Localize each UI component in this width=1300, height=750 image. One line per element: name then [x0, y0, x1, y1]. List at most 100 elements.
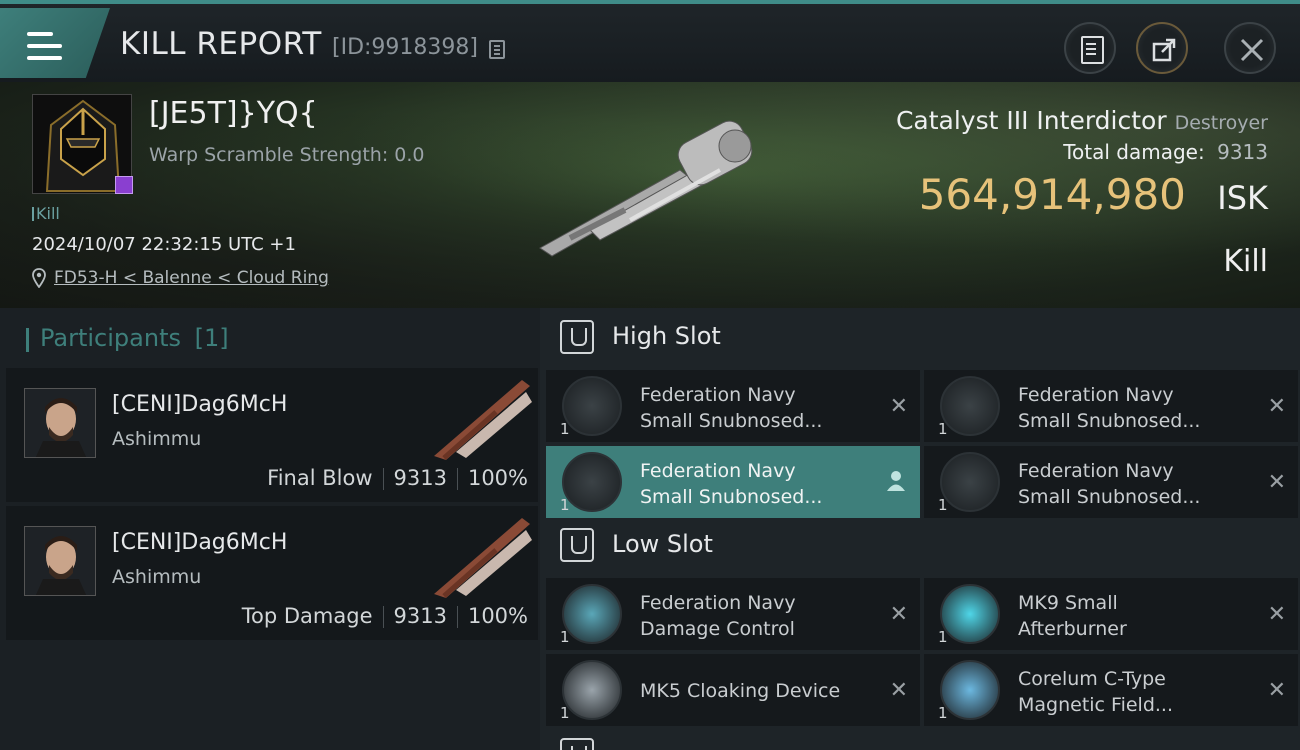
close-button[interactable] [1224, 22, 1276, 74]
participant-name: [CENI]Dag6McH [112, 530, 288, 555]
module-quantity: 1 [938, 628, 948, 646]
page-title: KILL REPORT [120, 26, 322, 62]
module-name: MK5 Cloaking Device [640, 678, 870, 704]
total-damage: Total damage: 9313 [1063, 140, 1268, 164]
participant-ship-image [434, 380, 532, 460]
participants-label: Participants [40, 324, 181, 352]
kill-datetime: 2024/10/07 22:32:15 UTC +1 [32, 234, 296, 255]
module-name-line2: Small Snubnosed... [1018, 410, 1201, 432]
turret-icon [940, 376, 1000, 436]
module-item[interactable]: 1 Federation Navy Small Snubnosed... ✕ [924, 446, 1298, 518]
high-slot-label: High Slot [612, 322, 721, 350]
share-button[interactable] [1136, 22, 1188, 74]
ship-name-text: Catalyst III Interdictor [895, 106, 1167, 135]
destroyed-x-icon: ✕ [1267, 470, 1286, 495]
module-item[interactable]: 1 MK9 Small Afterburner ✕ [924, 578, 1298, 650]
module-quantity: 1 [560, 496, 570, 514]
isk-unit: ISK [1217, 179, 1268, 217]
module-item[interactable]: 1 Corelum C-Type Magnetic Field... ✕ [924, 654, 1298, 726]
ship-class-text: Destroyer [1174, 112, 1268, 134]
destroyed-x-icon: ✕ [1267, 678, 1286, 703]
module-quantity: 1 [560, 628, 570, 646]
module-name-line1: MK9 Small [1018, 592, 1118, 614]
turret-icon [562, 376, 622, 436]
isk-value: 564,914,980 ISK [919, 170, 1268, 219]
participant-ship: Ashimmu [112, 566, 202, 588]
participant-ship-image [434, 518, 532, 598]
isk-amount: 564,914,980 [918, 170, 1186, 219]
module-quantity: 1 [560, 704, 570, 722]
module-name: Federation Navy Small Snubnosed... [640, 382, 870, 434]
participant-avatar[interactable] [24, 388, 96, 458]
participant-damage: 9313 [393, 466, 447, 490]
module-name-line1: Federation Navy [640, 460, 796, 482]
module-name-line2: Small Snubnosed... [640, 486, 823, 508]
module-item[interactable]: 1 Federation Navy Small Snubnosed... ✕ [546, 370, 920, 442]
magnetic-field-stabilizer-icon [940, 660, 1000, 720]
damage-control-icon [562, 584, 622, 644]
mid-slot-icon [560, 738, 594, 750]
close-icon [1240, 38, 1264, 62]
destroyed-x-icon: ✕ [889, 678, 908, 703]
module-name-line2: Afterburner [1018, 618, 1127, 640]
module-name: Federation Navy Small Snubnosed... [1018, 382, 1248, 434]
participant-avatar[interactable] [24, 526, 96, 596]
participant-percent: 100% [467, 604, 528, 628]
kill-report-id: [ID:9918398] [332, 35, 478, 60]
destroyed-x-icon: ✕ [1267, 394, 1286, 419]
destroyed-x-icon: ✕ [889, 602, 908, 627]
module-quantity: 1 [938, 704, 948, 722]
module-name: Federation Navy Damage Control [640, 590, 870, 642]
module-quantity: 1 [938, 420, 948, 438]
module-name: Corelum C-Type Magnetic Field... [1018, 666, 1248, 718]
high-slot-icon [560, 320, 594, 354]
module-name-line2: Magnetic Field... [1018, 694, 1174, 716]
participant-role: Top Damage [241, 604, 373, 628]
participant-ship: Ashimmu [112, 428, 202, 450]
module-item-selected[interactable]: 1 Federation Navy Small Snubnosed... [546, 446, 920, 518]
share-icon [1152, 38, 1176, 62]
warp-scramble-strength: Warp Scramble Strength: 0.0 [149, 144, 425, 166]
turret-icon [562, 452, 622, 512]
module-name-line2: Damage Control [640, 618, 795, 640]
module-quantity: 1 [560, 420, 570, 438]
kill-tag: Kill [32, 204, 60, 223]
participant-name: [CENI]Dag6McH [112, 392, 288, 417]
menu-button[interactable] [0, 8, 110, 78]
fitting-panel: High Slot 1 Federation Navy Small Snubnos… [540, 308, 1300, 750]
module-name: MK9 Small Afterburner [1018, 590, 1248, 642]
victim-name: [JE5T]}YQ{ [149, 96, 318, 131]
victim-ship-image [539, 120, 753, 257]
participants-header[interactable]: Participants [1] [26, 324, 229, 352]
copy-icon[interactable] [489, 40, 505, 59]
module-item[interactable]: 1 Federation Navy Small Snubnosed... ✕ [924, 370, 1298, 442]
location-link[interactable]: FD53-H < Balenne < Cloud Ring [54, 268, 329, 288]
top-bar: KILL REPORT [ID:9918398] [0, 0, 1300, 82]
total-damage-label: Total damage: [1063, 140, 1205, 164]
participant-card[interactable]: [CENI]Dag6McH Ashimmu Final Blow 9313 100% [6, 368, 538, 502]
low-slot-icon [560, 528, 594, 562]
participant-role: Final Blow [267, 466, 373, 490]
module-item[interactable]: 1 Federation Navy Damage Control ✕ [546, 578, 920, 650]
module-name-line1: Federation Navy [1018, 460, 1174, 482]
destroyed-x-icon: ✕ [1267, 602, 1286, 627]
participant-card[interactable]: [CENI]Dag6McH Ashimmu Top Damage 9313 100% [6, 506, 538, 640]
victim-ship-name: Catalyst III Interdictor Destroyer [896, 106, 1268, 135]
module-name-line1: Corelum C-Type [1018, 668, 1166, 690]
participant-damage: 9313 [393, 604, 447, 628]
victim-banner: [JE5T]}YQ{ Warp Scramble Strength: 0.0 K… [0, 82, 1300, 308]
module-name-line1: Federation Navy [640, 592, 796, 614]
module-name-line2: Small Snubnosed... [1018, 486, 1201, 508]
participants-count: [1] [194, 324, 229, 352]
corp-badge-icon [115, 176, 133, 194]
participant-stats: Top Damage 9313 100% [242, 604, 528, 628]
participants-panel: Participants [1] [CENI]Dag6McH Ashimmu F… [0, 308, 540, 750]
module-name: Federation Navy Small Snubnosed... [640, 458, 870, 510]
report-button[interactable] [1064, 22, 1116, 74]
total-damage-value: 9313 [1217, 140, 1268, 164]
hamburger-menu-icon [27, 32, 62, 60]
afterburner-icon [940, 584, 1000, 644]
cloaking-device-icon [562, 660, 622, 720]
module-item[interactable]: 1 MK5 Cloaking Device ✕ [546, 654, 920, 726]
result-label: Kill [1223, 244, 1268, 279]
